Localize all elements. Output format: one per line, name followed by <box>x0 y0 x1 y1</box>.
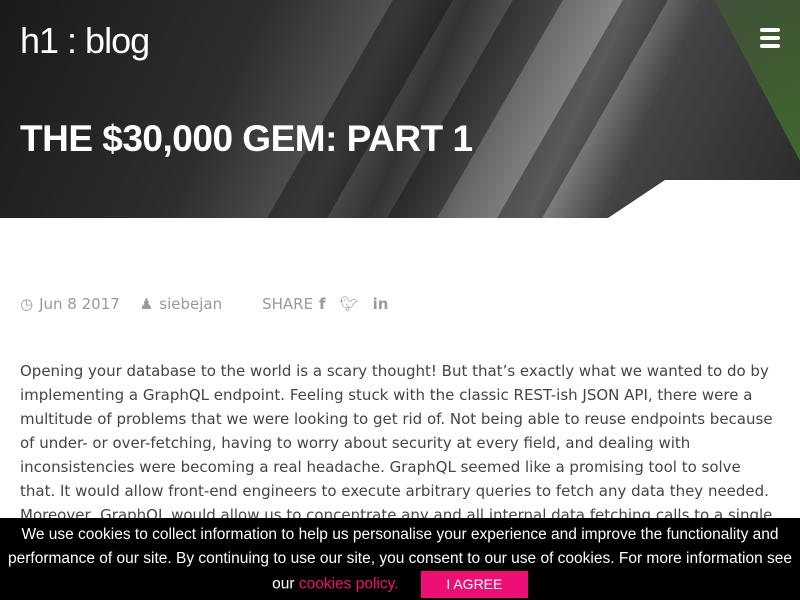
post-date: Jun 8 2017 <box>39 295 120 313</box>
agree-button[interactable]: I AGREE <box>420 571 528 598</box>
hamburger-icon[interactable] <box>760 28 780 48</box>
twitter-icon[interactable]: 🐦︎ <box>340 295 359 313</box>
page-title: THE $30,000 GEM: PART 1 <box>20 118 473 159</box>
cookie-banner: We use cookies to collect information to… <box>0 518 800 600</box>
facebook-icon[interactable]: f <box>319 295 326 313</box>
hero-banner: h1 : blog THE $30,000 GEM: PART 1 <box>0 0 800 218</box>
clock-icon: ◷ <box>20 295 34 313</box>
share-label: SHARE <box>262 295 314 313</box>
post-meta: ◷ Jun 8 2017 ♟ siebejan SHARE f 🐦︎ in <box>20 295 394 313</box>
cookie-text: We use cookies to collect information to… <box>7 526 792 593</box>
user-icon: ♟ <box>139 295 154 313</box>
logo[interactable]: h1 : blog <box>20 20 150 62</box>
post-author[interactable]: siebejan <box>159 295 222 313</box>
linkedin-icon[interactable]: in <box>373 295 389 313</box>
cookies-policy-link[interactable]: cookies policy. <box>299 576 399 593</box>
